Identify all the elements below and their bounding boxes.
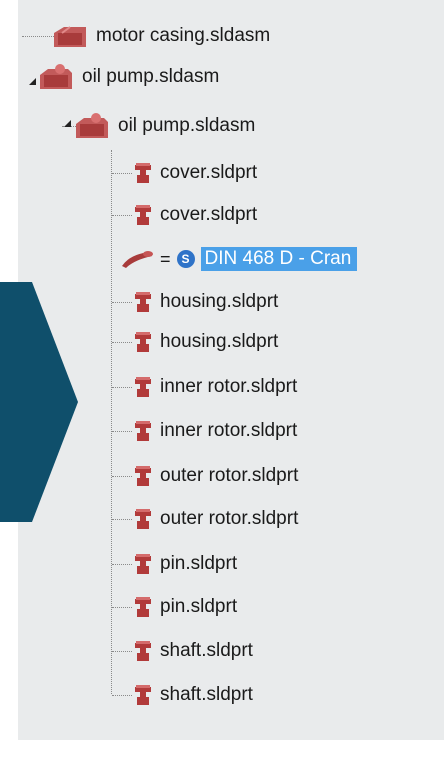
tree-item-label: housing.sldprt [160,291,279,312]
tree-item-label: housing.sldprt [160,331,279,352]
part-icon [135,597,151,617]
part-icon [135,292,151,312]
tree-item-label: pin.sldprt [160,596,238,617]
tree-item-part[interactable]: pin.sldprt [112,549,238,579]
tree-item-part[interactable]: cover.sldprt [112,200,258,230]
part-icon [135,554,151,574]
tree-connector [112,695,132,696]
part-icon [135,205,151,225]
tree-connector [112,431,132,432]
tree-connector [112,215,132,216]
tree-item-label: cover.sldprt [160,162,258,183]
tree-connector [112,387,132,388]
part-icon [135,466,151,486]
tree-item-label: cover.sldprt [160,204,258,225]
tree-item-label: oil pump.sldasm [118,115,256,136]
part-icon [135,332,151,352]
collapse-arrow-icon[interactable] [62,118,72,128]
bottom-strip [0,740,444,763]
part-icon [135,685,151,705]
tree-item-label: inner rotor.sldprt [160,420,298,441]
tree-item-part[interactable]: inner rotor.sldprt [112,416,298,446]
pin-part-icon [122,251,153,268]
tree-item-part[interactable]: pin.sldprt [112,592,238,622]
assembly-icon [76,113,108,138]
tree-connector [111,150,112,694]
tree-item-part[interactable]: housing.sldprt [112,327,279,357]
tree-connector [112,519,132,520]
tree-connector [112,476,132,477]
tree-connector [112,342,132,343]
tree-item-part[interactable]: inner rotor.sldprt [112,372,298,402]
tree-item-label: outer rotor.sldprt [160,465,299,486]
part-icon [135,509,151,529]
chevron-right-arrow-icon [0,282,78,522]
tree-connector [112,607,132,608]
tree-item-label: oil pump.sldasm [82,66,220,87]
toolbox-s-badge-icon: S [176,250,195,268]
part-icon [135,163,151,183]
tree-item-part[interactable]: cover.sldprt [112,158,258,188]
tree-item-label: shaft.sldprt [160,640,253,661]
tree-item-motor-casing[interactable]: motor casing.sldasm [52,21,270,51]
tree-item-part[interactable]: housing.sldprt [112,287,279,317]
tree-item-label: inner rotor.sldprt [160,376,298,397]
tree-connector [112,564,132,565]
tree-connector [112,651,132,652]
tree-item-part[interactable]: outer rotor.sldprt [112,504,299,534]
selected-item-label[interactable]: DIN 468 D - Cran [200,247,358,271]
tree-item-toolbox-selected[interactable]: = S DIN 468 D - Cran [120,244,358,274]
equals-sign: = [160,248,171,269]
tree-connector [112,302,132,303]
tree-item-oil-pump[interactable]: oil pump.sldasm [38,62,219,92]
tree-connector [22,36,56,37]
part-icon [135,421,151,441]
tree-item-part[interactable]: shaft.sldprt [112,636,253,666]
assembly-icon [40,64,72,89]
tree-item-label: shaft.sldprt [160,684,253,705]
tree-item-label: outer rotor.sldprt [160,508,299,529]
tree-item-part[interactable]: shaft.sldprt [112,680,253,710]
collapse-arrow-icon[interactable] [27,76,37,86]
assembly-icon [54,26,86,47]
part-icon [135,641,151,661]
tree-connector [112,173,132,174]
tree-item-label: motor casing.sldasm [96,25,271,46]
part-icon [135,377,151,397]
tree-item-part[interactable]: outer rotor.sldprt [112,461,299,491]
tree-item-label: pin.sldprt [160,553,238,574]
tree-item-oil-pump-sub[interactable]: oil pump.sldasm [74,111,255,141]
